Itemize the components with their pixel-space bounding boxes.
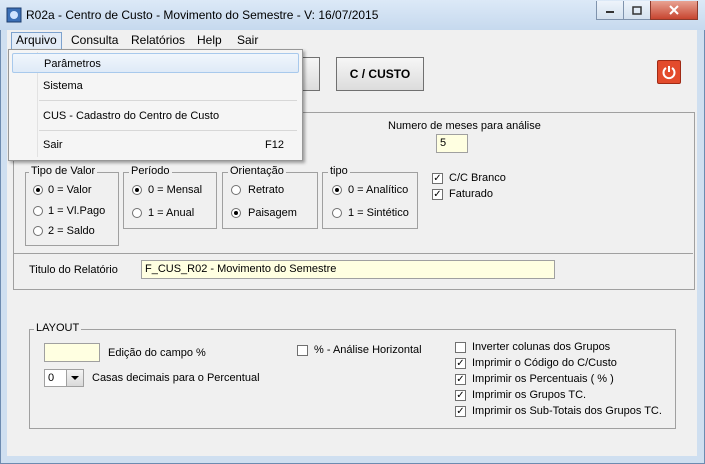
casas-dropdown-arrow[interactable] [66, 370, 83, 386]
radio-tipo-1[interactable] [332, 208, 342, 218]
casas-value: 0 [48, 372, 55, 384]
divider [13, 253, 693, 254]
tipo-legend: tipo [328, 165, 350, 177]
menu-help[interactable]: Help [193, 32, 226, 48]
checkbox-analise-horizontal-label: % - Análise Horizontal [314, 344, 422, 356]
radio-orientacao-1-label: Paisagem [248, 207, 297, 219]
radio-tipo-valor-1[interactable] [33, 206, 43, 216]
radio-orientacao-1[interactable] [231, 208, 241, 218]
checkbox-imprimir-subtotais-label: Imprimir os Sub-Totais dos Grupos TC. [472, 405, 662, 417]
layout-legend: LAYOUT [34, 322, 82, 334]
report-title-input[interactable]: F_CUS_R02 - Movimento do Semestre [141, 260, 555, 279]
checkbox-imprimir-subtotais[interactable]: ✓ [455, 406, 466, 417]
minimize-icon [606, 11, 614, 13]
casas-label: Casas decimais para o Percentual [92, 372, 260, 384]
close-icon [669, 5, 679, 15]
checkbox-imprimir-codigo[interactable]: ✓ [455, 358, 466, 369]
menu-item-sair-label: Sair [43, 139, 63, 151]
edicao-label: Edição do campo % [108, 347, 206, 359]
radio-periodo-0-label: 0 = Mensal [148, 184, 203, 196]
months-label: Numero de meses para análise [388, 120, 541, 132]
radio-tipo-1-label: 1 = Sintético [348, 207, 409, 219]
window-title: R02a - Centro de Custo - Movimento do Se… [26, 8, 379, 22]
menu-item-sair[interactable]: Sair F12 [12, 135, 299, 155]
edicao-input[interactable] [44, 343, 100, 362]
radio-periodo-1[interactable] [132, 208, 142, 218]
menu-separator [39, 100, 297, 101]
radio-tipo-valor-2-label: 2 = Saldo [48, 225, 95, 237]
checkbox-imprimir-grupos-label: Imprimir os Grupos TC. [472, 389, 587, 401]
menu-relatorios[interactable]: Relatórios [127, 32, 189, 48]
radio-tipo-valor-1-label: 1 = Vl.Pago [48, 205, 106, 217]
chevron-down-icon [71, 376, 79, 380]
tipo-group [322, 172, 418, 229]
menu-bar: Arquivo Consulta Relatórios Help Sair [7, 30, 697, 50]
checkbox-faturado-label: Faturado [449, 188, 494, 200]
ccusto-button[interactable]: C / CUSTO [336, 57, 424, 91]
menu-consulta[interactable]: Consulta [67, 32, 122, 48]
checkbox-inverter-colunas[interactable] [455, 342, 466, 353]
checkbox-faturado[interactable]: ✓ [432, 189, 443, 200]
periodo-group [123, 172, 217, 229]
tipo-valor-legend: Tipo de Valor [29, 165, 98, 177]
minimize-button[interactable] [596, 1, 624, 20]
radio-tipo-valor-0-label: 0 = Valor [48, 184, 92, 196]
radio-tipo-valor-0[interactable] [33, 185, 43, 195]
radio-orientacao-0-label: Retrato [248, 184, 285, 196]
checkbox-imprimir-percentuais[interactable]: ✓ [455, 374, 466, 385]
menu-item-parametros[interactable]: Parâmetros [12, 53, 299, 73]
menu-item-sistema[interactable]: Sistema [12, 76, 299, 96]
orientacao-legend: Orientação [228, 165, 286, 177]
radio-tipo-0[interactable] [332, 185, 342, 195]
power-button[interactable] [657, 60, 681, 84]
title-bar: R02a - Centro de Custo - Movimento do Se… [0, 0, 705, 30]
casas-select[interactable]: 0 [44, 369, 84, 387]
checkbox-cc-branco[interactable]: ✓ [432, 173, 443, 184]
menu-sair[interactable]: Sair [233, 32, 262, 48]
checkbox-analise-horizontal[interactable] [297, 345, 308, 356]
radio-periodo-1-label: 1 = Anual [148, 207, 195, 219]
close-button[interactable] [650, 1, 698, 20]
radio-orientacao-0[interactable] [231, 185, 241, 195]
app-icon [6, 7, 22, 23]
checkbox-cc-branco-label: C/C Branco [449, 172, 506, 184]
menu-item-sair-shortcut: F12 [265, 139, 284, 151]
menu-arquivo[interactable]: Arquivo [11, 32, 62, 50]
maximize-icon [632, 5, 642, 15]
maximize-button[interactable] [623, 1, 651, 20]
report-title-label: Titulo do Relatório [29, 264, 118, 276]
checkbox-imprimir-grupos[interactable]: ✓ [455, 390, 466, 401]
orientacao-group [222, 172, 318, 229]
arquivo-dropdown: Parâmetros Sistema CUS - Cadastro do Cen… [8, 49, 303, 161]
checkbox-imprimir-percentuais-label: Imprimir os Percentuais ( % ) [472, 373, 614, 385]
periodo-legend: Período [129, 165, 172, 177]
menu-item-cadastro[interactable]: CUS - Cadastro do Centro de Custo [12, 106, 299, 126]
radio-tipo-valor-2[interactable] [33, 226, 43, 236]
checkbox-inverter-colunas-label: Inverter colunas dos Grupos [472, 341, 611, 353]
power-icon [662, 66, 676, 80]
radio-tipo-0-label: 0 = Analítico [348, 184, 409, 196]
checkbox-imprimir-codigo-label: Imprimir o Código do C/Custo [472, 357, 617, 369]
menu-separator [39, 130, 297, 131]
radio-periodo-0[interactable] [132, 185, 142, 195]
months-input[interactable]: 5 [436, 134, 468, 153]
